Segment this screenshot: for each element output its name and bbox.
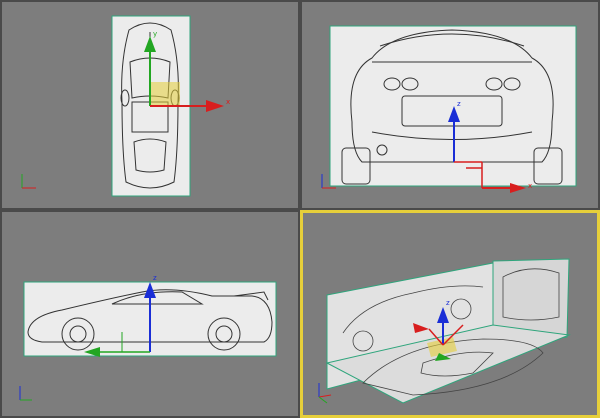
viewport-perspective-canvas — [318, 258, 571, 404]
viewport-front-canvas — [321, 25, 577, 193]
viewport-front[interactable]: z x — [300, 0, 600, 210]
gizmo-x-label: x — [528, 182, 533, 190]
gizmo-plane-handle — [150, 82, 180, 106]
viewport-top-canvas — [21, 15, 224, 197]
viewport-left-canvas — [19, 281, 277, 401]
viewport-perspective[interactable]: z — [300, 210, 600, 418]
gizmo-z-label: z — [153, 274, 157, 282]
gizmo-z-label: z — [446, 299, 450, 307]
viewport-left[interactable]: z — [0, 210, 300, 418]
gizmo-x-label: x — [226, 98, 231, 106]
viewport-top[interactable]: x y — [0, 0, 300, 210]
gizmo-z-label: z — [457, 100, 461, 108]
gizmo-y-label: y — [153, 30, 158, 38]
gizmo-x-arrow — [206, 100, 224, 112]
